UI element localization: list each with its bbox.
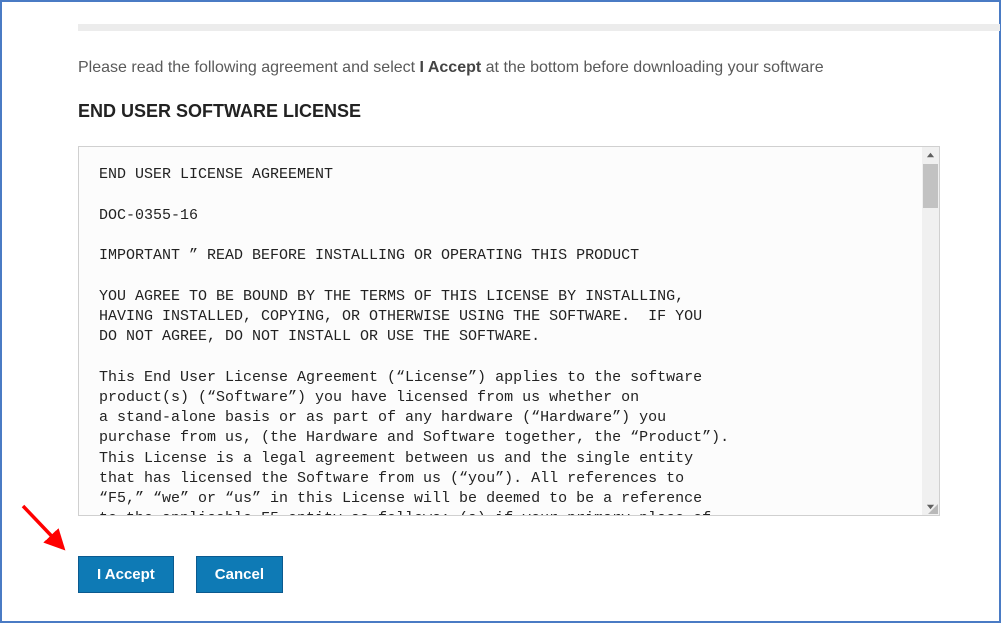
license-textarea[interactable]: END USER LICENSE AGREEMENT DOC-0355-16 I… [78,146,940,516]
instruction-bold: I Accept [420,59,482,76]
license-text-content: END USER LICENSE AGREEMENT DOC-0355-16 I… [99,166,729,516]
scrollbar-track[interactable] [922,147,939,515]
instruction-prefix: Please read the following agreement and … [78,59,420,76]
resize-grip[interactable] [924,500,940,516]
scroll-up-button[interactable] [922,147,939,164]
instruction-suffix: at the bottom before downloading your so… [481,59,823,76]
cancel-button[interactable]: Cancel [196,556,283,593]
license-heading: END USER SOFTWARE LICENSE [78,101,999,122]
top-divider [78,24,1000,31]
button-row: I Accept Cancel [78,556,999,593]
instruction-text: Please read the following agreement and … [78,59,999,77]
accept-button[interactable]: I Accept [78,556,174,593]
chevron-up-icon [926,151,935,160]
scrollbar-thumb[interactable] [923,164,938,208]
